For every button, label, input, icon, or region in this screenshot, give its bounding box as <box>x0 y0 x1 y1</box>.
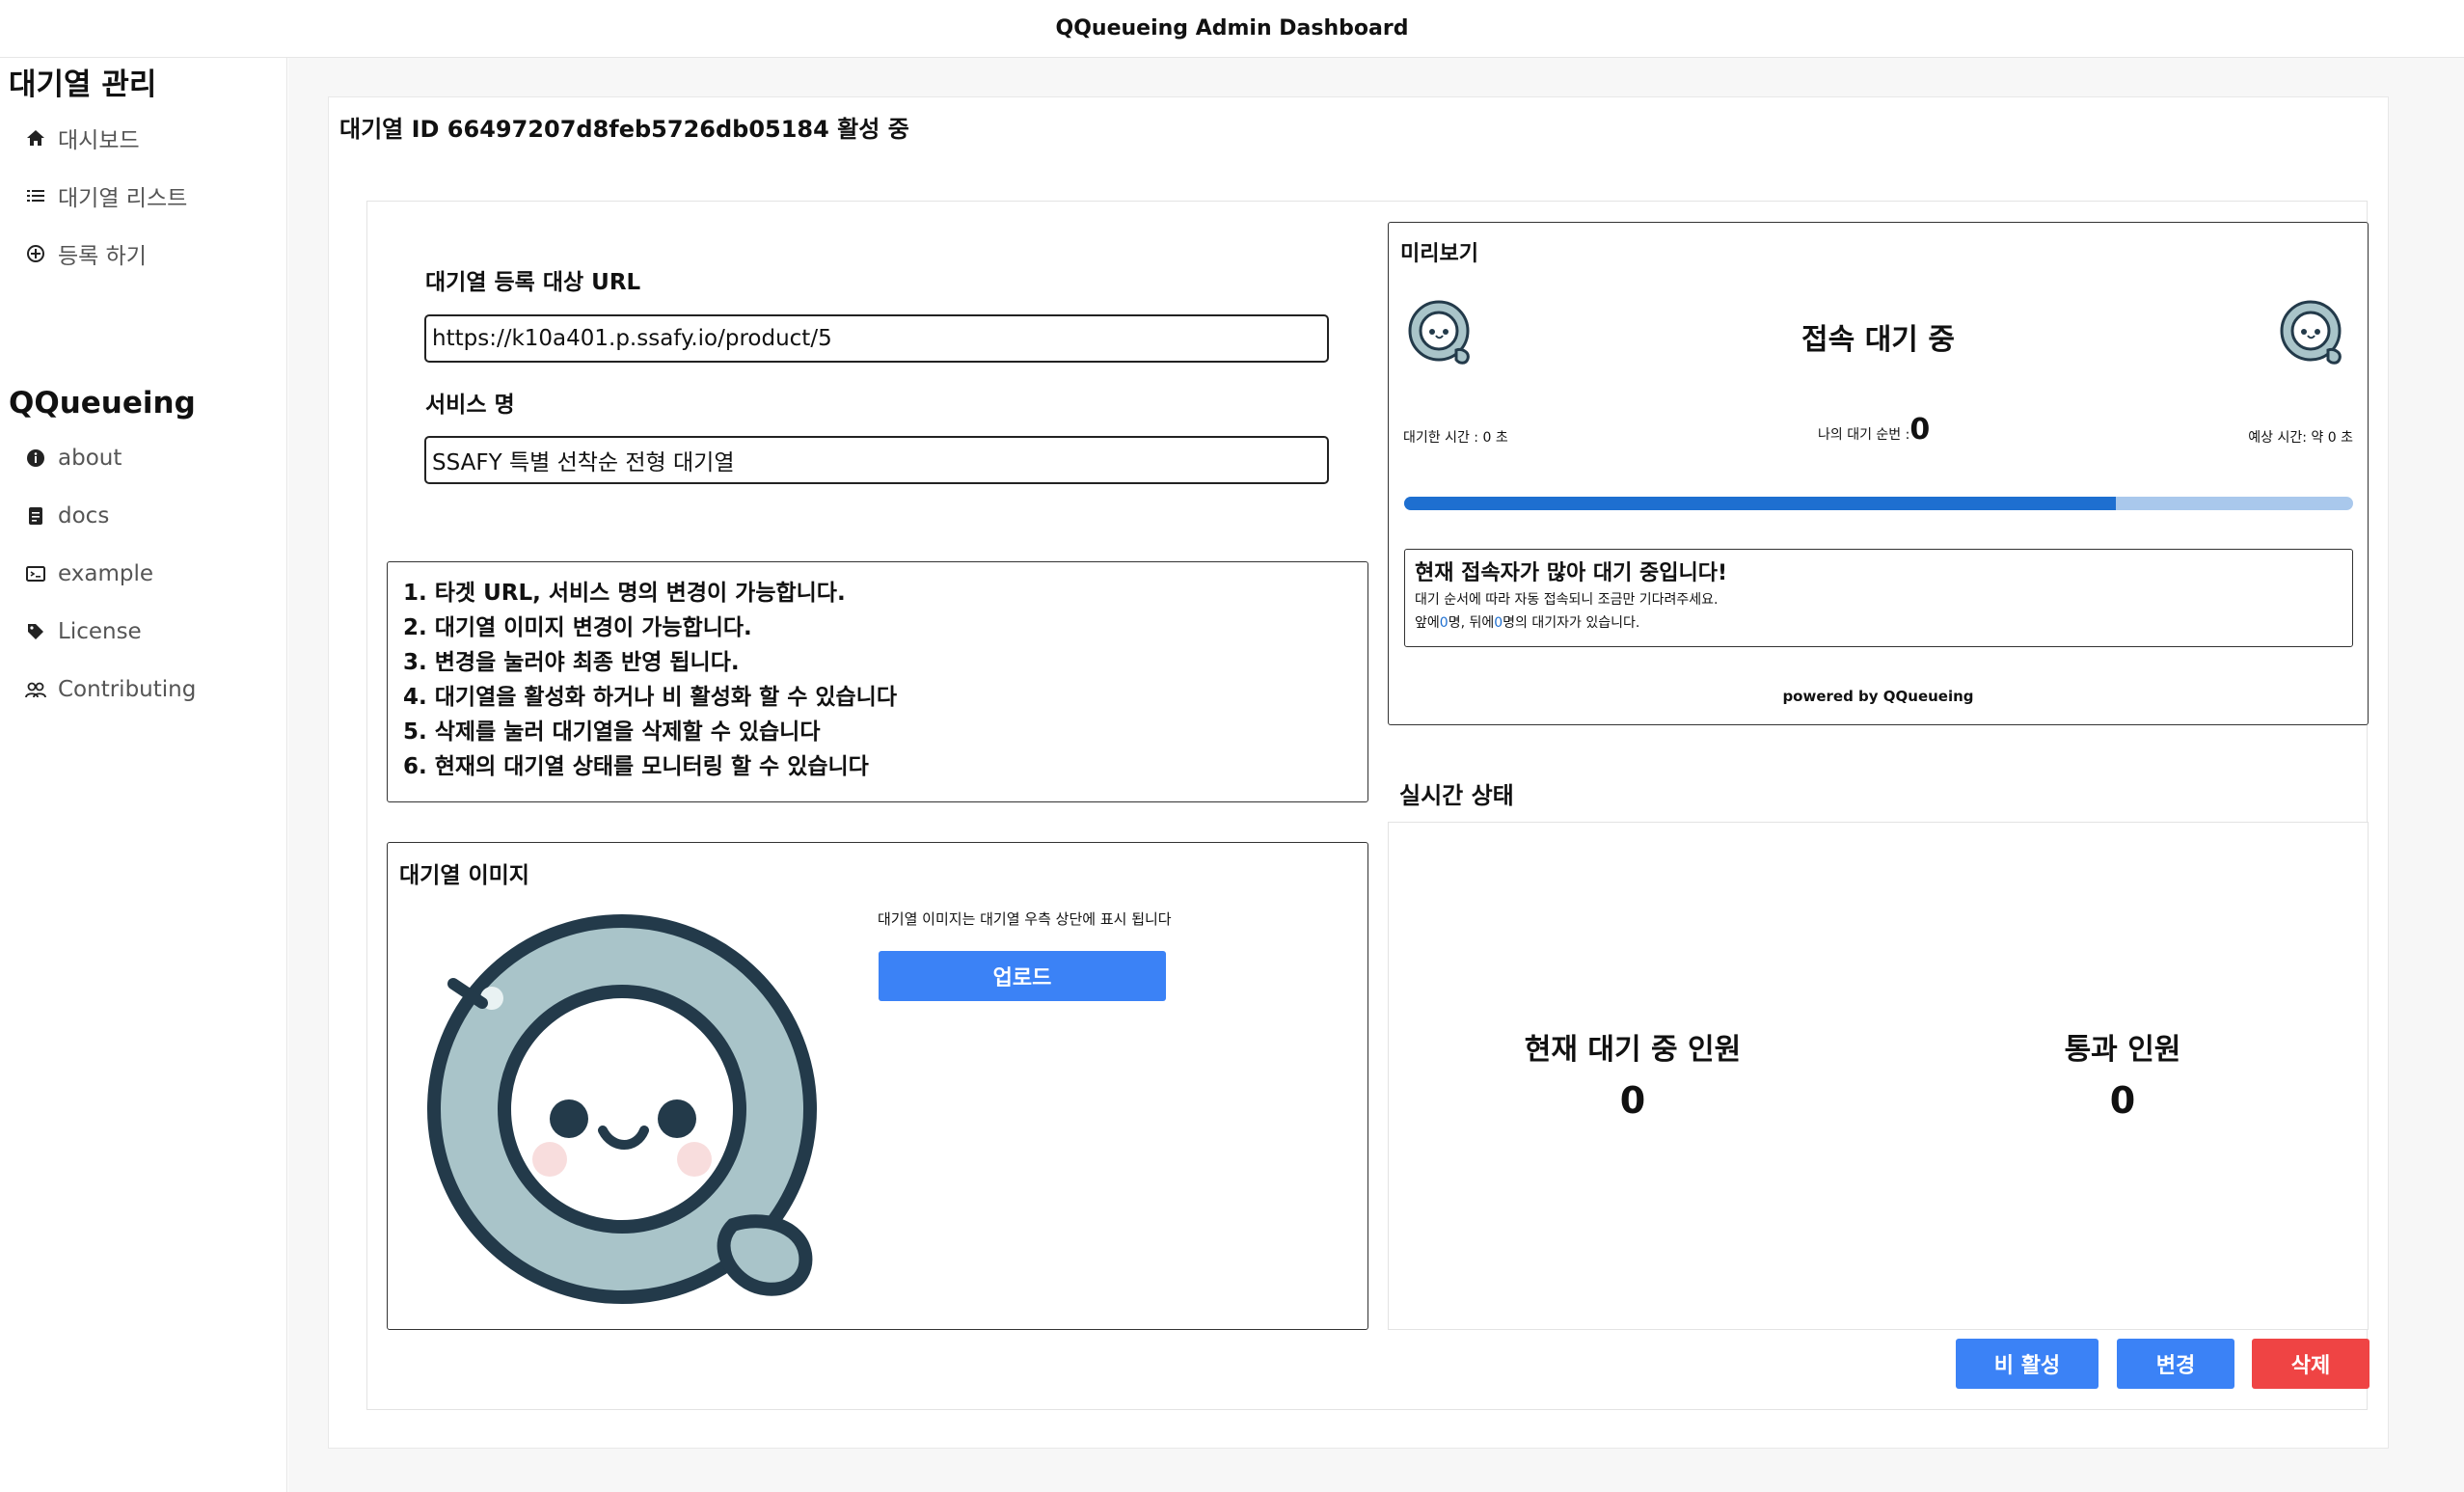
terminal-icon <box>25 563 46 584</box>
queue-image-section: 대기열 이미지 대기열 이미지는 대기열 우측 상단에 표시 됩니다 업로드 <box>387 842 1368 1330</box>
queue-id-title: 대기열 ID 66497207d8feb5726db05184 활성 중 <box>339 116 909 143</box>
delete-button[interactable]: 삭제 <box>2252 1339 2369 1389</box>
sidebar-item-dashboard[interactable]: 대시보드 <box>25 122 140 154</box>
my-order-value: 0 <box>1909 413 1931 447</box>
document-icon <box>25 505 46 527</box>
top-bar: QQueueing Admin Dashboard <box>0 0 2464 58</box>
sidebar-section-queue-management: 대기열 관리 <box>9 68 157 102</box>
realtime-status-panel: 현재 대기 중 인원 0 통과 인원 0 <box>1388 822 2369 1330</box>
instruction-line: 1. 타겟 URL, 서비스 명의 변경이 가능합니다. <box>403 581 846 606</box>
my-order-text: 나의 대기 순번 :0 <box>1818 413 1930 447</box>
sidebar-item-label: 대시보드 <box>58 128 140 153</box>
sidebar-item-label: example <box>58 561 153 586</box>
sidebar-item-license[interactable]: License <box>25 619 142 644</box>
tag-icon <box>25 621 46 642</box>
preview-mascot-right-image <box>2280 300 2342 365</box>
sidebar-section-qqueueing: QQueueing <box>9 386 196 420</box>
sidebar-item-label: about <box>58 446 122 471</box>
url-input[interactable] <box>424 314 1329 363</box>
service-name-label: 서비스 명 <box>425 393 515 418</box>
preview-stats-row: 대기한 시간 : 0 초 나의 대기 순번 :0 예상 시간: 약 0 초 <box>1403 413 2353 450</box>
notice-back-count: 0 <box>1494 615 1503 631</box>
sidebar-item-label: Contributing <box>58 677 197 702</box>
deactivate-button[interactable]: 비 활성 <box>1956 1339 2098 1389</box>
passed-value: 0 <box>2109 1079 2136 1122</box>
modify-button[interactable]: 변경 <box>2117 1339 2234 1389</box>
sidebar-item-example[interactable]: example <box>25 561 153 586</box>
realtime-status-title: 실시간 상태 <box>1399 782 1514 809</box>
upload-button[interactable]: 업로드 <box>879 951 1166 1001</box>
instruction-line: 3. 변경을 눌러야 최종 반영 됩니다. <box>403 650 740 675</box>
sidebar-item-label: docs <box>58 503 110 529</box>
instructions-box: 1. 타겟 URL, 서비스 명의 변경이 가능합니다. 2. 대기열 이미지 … <box>387 561 1368 802</box>
instruction-line: 4. 대기열을 활성화 하거나 비 활성화 할 수 있습니다 <box>403 685 897 710</box>
home-icon <box>25 127 46 149</box>
sidebar-item-label: License <box>58 619 142 644</box>
current-waiting-stat: 현재 대기 중 인원 0 <box>1459 1025 1806 1122</box>
preview-panel: 미리보기 접속 대기 중 대기한 시간 : 0 초 나의 대기 순번 :0 예상… <box>1388 222 2369 725</box>
queue-image-title: 대기열 이미지 <box>399 863 529 888</box>
sidebar-item-label: 대기열 리스트 <box>58 186 188 211</box>
plus-circle-icon <box>25 243 46 264</box>
notice-line: 대기 순서에 따라 자동 접속되니 조금만 기다려주세요. <box>1415 592 1719 608</box>
wait-progress-bar <box>1404 497 2353 510</box>
sidebar-item-queue-list[interactable]: 대기열 리스트 <box>25 179 187 212</box>
notice-front-prefix: 앞에 <box>1415 615 1440 631</box>
expected-time-text: 예상 시간: 약 0 초 <box>2248 430 2353 446</box>
current-waiting-label: 현재 대기 중 인원 <box>1524 1033 1742 1067</box>
url-field-label: 대기열 등록 대상 URL <box>425 270 641 295</box>
crowded-notice: 현재 접속자가 많아 대기 중입니다! 대기 순서에 따라 자동 접속되니 조금… <box>1404 549 2353 647</box>
queue-mascot-image <box>427 914 817 1304</box>
notice-title: 현재 접속자가 많아 대기 중입니다! <box>1415 561 1728 585</box>
sidebar: 대기열 관리 대시보드 대기열 리스트 등록 하기 QQueueing abou… <box>0 58 287 1492</box>
sidebar-item-contributing[interactable]: Contributing <box>25 677 196 702</box>
powered-by-text: powered by QQueueing <box>1782 688 1974 705</box>
notice-front-suffix: 명, 뒤에 <box>1448 615 1495 631</box>
waited-time-text: 대기한 시간 : 0 초 <box>1403 430 1508 446</box>
notice-back-suffix: 명의 대기자가 있습니다. <box>1503 615 1640 631</box>
preview-title: 미리보기 <box>1400 242 1478 266</box>
passed-label: 통과 인원 <box>2064 1033 2181 1067</box>
service-name-input[interactable] <box>424 436 1329 484</box>
sidebar-item-docs[interactable]: docs <box>25 503 109 529</box>
current-waiting-value: 0 <box>1619 1079 1646 1122</box>
queue-image-hint: 대기열 이미지는 대기열 우측 상단에 표시 됩니다 <box>878 910 1172 928</box>
wait-progress-fill <box>1404 497 2116 510</box>
app-title: QQueueing Admin Dashboard <box>1055 16 1409 41</box>
users-icon <box>25 679 46 700</box>
list-icon <box>25 185 46 206</box>
passed-stat: 통과 인원 0 <box>1949 1025 2296 1122</box>
instruction-line: 2. 대기열 이미지 변경이 가능합니다. <box>403 615 752 640</box>
instruction-line: 6. 현재의 대기열 상태를 모니터링 할 수 있습니다 <box>403 754 869 779</box>
notice-count-line: 앞에0명, 뒤에0명의 대기자가 있습니다. <box>1415 611 2342 635</box>
notice-front-count: 0 <box>1439 615 1449 631</box>
my-order-label: 나의 대기 순번 : <box>1818 427 1910 443</box>
sidebar-item-register[interactable]: 등록 하기 <box>25 237 147 270</box>
info-icon <box>25 448 46 469</box>
sidebar-item-label: 등록 하기 <box>58 244 147 269</box>
instruction-line: 5. 삭제를 눌러 대기열을 삭제할 수 있습니다 <box>403 719 821 745</box>
waiting-title: 접속 대기 중 <box>1801 323 1955 357</box>
sidebar-item-about[interactable]: about <box>25 446 122 471</box>
